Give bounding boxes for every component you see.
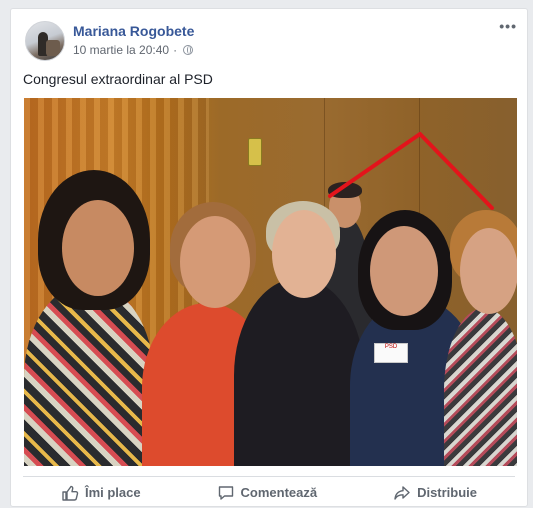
share-button[interactable]: Distribuie [383,480,487,506]
share-icon [394,485,410,500]
comment-label: Comentează [240,485,318,500]
red-annotation-line [328,132,494,210]
post-card: Mariana Rogobete 10 martie la 20:40 · ••… [10,8,528,507]
annotation-polyline [328,132,494,210]
like-button[interactable]: Îmi place [51,480,151,506]
post-photo[interactable]: PSD [24,98,517,466]
more-options-button[interactable]: ••• [499,19,517,33]
share-label: Distribuie [417,485,478,500]
post-actions: Îmi place Comentează Distribuie [23,477,515,508]
like-label: Îmi place [84,485,141,500]
post-meta: 10 martie la 20:40 · [73,43,194,57]
comment-icon [218,485,233,500]
avatar-figure-2 [46,40,60,56]
avatar[interactable] [25,21,65,61]
comment-path [218,485,233,500]
thumbs-up-icon [62,485,79,501]
thumbs-up-path [62,485,79,501]
globe-icon[interactable] [183,45,194,55]
comment-button[interactable]: Comentează [207,480,328,506]
post-timestamp[interactable]: 10 martie la 20:40 [73,43,169,57]
author-name[interactable]: Mariana Rogobete [73,23,194,39]
post-text: Congresul extraordinar al PSD [23,71,213,87]
share-path [394,485,410,500]
meta-separator: · [173,43,178,57]
